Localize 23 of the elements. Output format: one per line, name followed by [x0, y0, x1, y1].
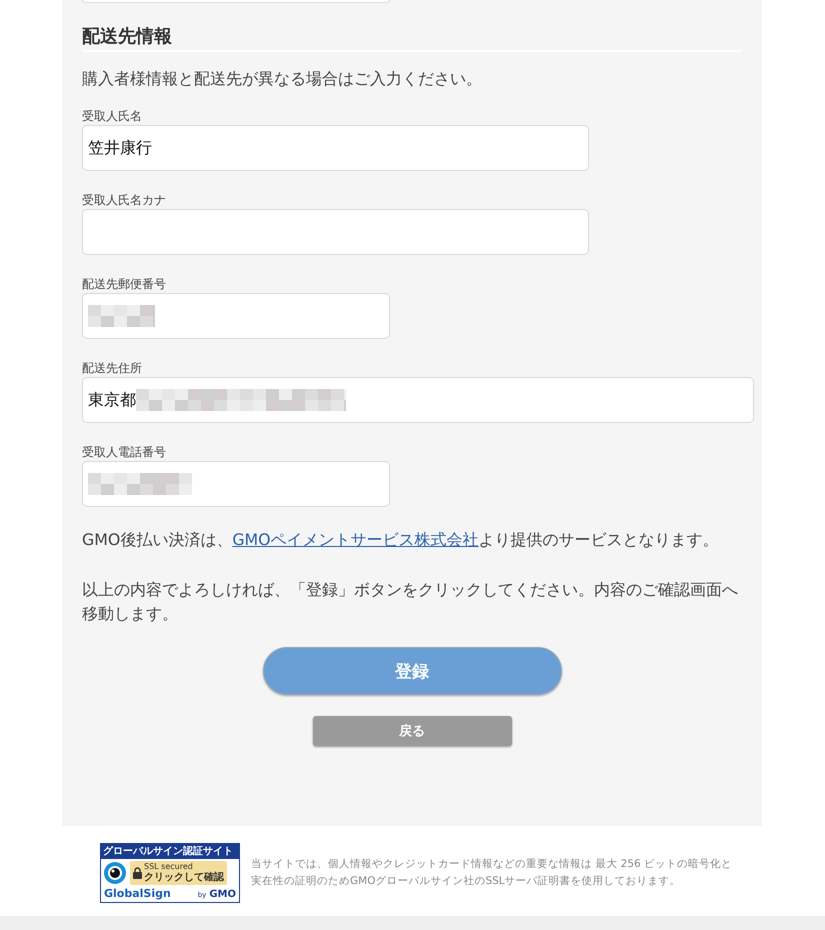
field-label: 受取人氏名カナ: [82, 193, 167, 207]
text-field[interactable]: [82, 461, 390, 507]
field-label: 配送先住所: [82, 361, 143, 375]
ssl-notice: 当サイトでは、個人情報やクレジットカード情報などの重要な情報は 最大 256 ビットの暗号化と 実在性の証明のためGMOグローバルサイン社のSSLサーバ証明書を使用しております。: [251, 857, 732, 889]
text-field[interactable]: [82, 209, 589, 255]
text-field[interactable]: 東京都: [82, 377, 754, 423]
company-link[interactable]: GMOペイメントサービス株式会社: [232, 530, 479, 549]
text-field[interactable]: 笠井康行: [82, 125, 589, 171]
section-heading: 配送先情報: [82, 26, 742, 52]
payment-notice: GMO後払い決済は、GMOペイメントサービス株式会社より提供のサービスとなります。: [82, 529, 720, 551]
instruction-text: 以上の内容でよろしければ、「登録」ボタンをクリックしてください。内容のご確認画面へ移動します。: [82, 579, 739, 625]
brand-text: GlobalSign: [104, 887, 171, 900]
text-field[interactable]: [82, 293, 390, 339]
badge-title: グローバルサイン認証サイト: [101, 844, 239, 859]
field-label: 配送先郵便番号: [82, 277, 167, 291]
eye-icon: [104, 862, 126, 884]
lock-icon: [133, 867, 142, 879]
field-label: 受取人電話番号: [82, 445, 167, 459]
maker-text: GMO: [209, 889, 236, 900]
ssl-text: SSL secured: [144, 862, 194, 872]
verify-text: クリックして確認: [144, 872, 224, 884]
field-label: 受取人氏名: [82, 109, 143, 123]
section-description: 購入者様情報と配送先が異なる場合はご入力ください。: [82, 68, 483, 90]
